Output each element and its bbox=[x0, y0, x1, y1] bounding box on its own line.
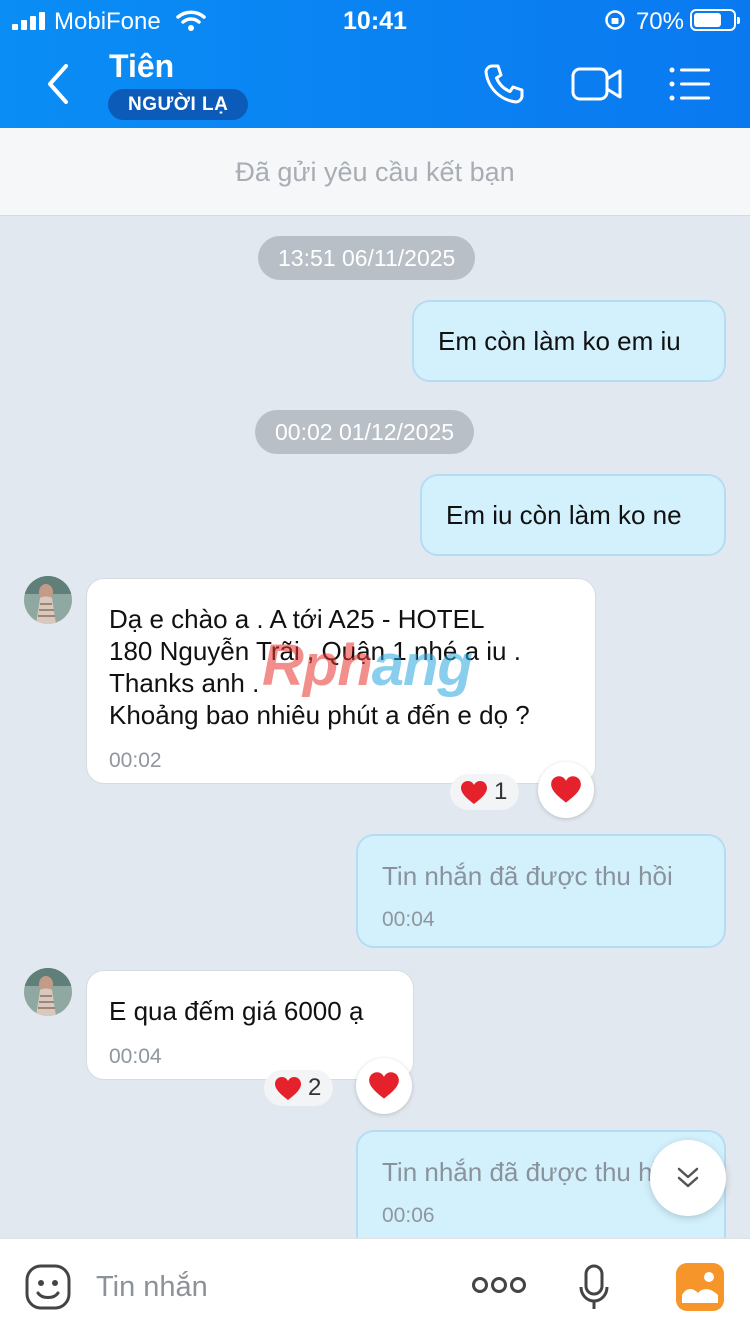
contact-name[interactable]: Tiên bbox=[109, 48, 174, 85]
message-text: Tin nhắn đã được thu hồi bbox=[382, 1157, 673, 1187]
message-input[interactable]: Tin nhắn bbox=[96, 1271, 208, 1304]
message-time: 00:04 bbox=[382, 908, 435, 931]
heart-icon bbox=[461, 780, 487, 804]
more-options-icon[interactable] bbox=[472, 1275, 526, 1295]
chat-header: MobiFone 10:41 70% Tiên NGƯỜI LẠ bbox=[0, 0, 750, 128]
sticker-emoji-icon[interactable] bbox=[24, 1263, 72, 1311]
message-line: Dạ e chào a . A tới A25 - HOTEL bbox=[109, 604, 485, 634]
back-icon[interactable] bbox=[36, 58, 80, 110]
contact-avatar[interactable] bbox=[24, 576, 72, 624]
react-button[interactable] bbox=[356, 1058, 412, 1114]
friend-request-sent-banner: Đã gửi yêu cầu kết bạn bbox=[0, 128, 750, 216]
message-text: E qua đếm giá 6000 ạ bbox=[109, 996, 364, 1026]
phone-call-icon[interactable] bbox=[482, 62, 526, 106]
message-line: Thanks anh . bbox=[109, 668, 260, 698]
message-line: Khoảng bao nhiêu phút a đến e dọ ? bbox=[109, 700, 530, 730]
stranger-badge: NGƯỜI LẠ bbox=[108, 89, 249, 120]
message-composer: Tin nhắn bbox=[0, 1238, 750, 1334]
rotation-lock-icon bbox=[605, 10, 625, 30]
scroll-to-bottom-button[interactable] bbox=[650, 1140, 726, 1216]
outgoing-message[interactable]: Em còn làm ko em iu bbox=[412, 300, 726, 382]
menu-list-icon[interactable] bbox=[668, 62, 712, 106]
contact-avatar[interactable] bbox=[24, 968, 72, 1016]
message-time: 00:02 bbox=[109, 749, 162, 772]
microphone-icon[interactable] bbox=[578, 1263, 610, 1311]
reaction-summary[interactable]: 1 bbox=[450, 774, 520, 810]
reaction-count: 1 bbox=[494, 778, 508, 805]
reaction-summary[interactable]: 2 bbox=[264, 1070, 334, 1106]
reaction-count: 2 bbox=[308, 1074, 322, 1101]
recalled-message[interactable]: Tin nhắn đã được thu hồi 00:04 bbox=[356, 834, 726, 948]
date-separator: 13:51 06/11/2025 bbox=[258, 236, 476, 280]
outgoing-message[interactable]: Em iu còn làm ko ne bbox=[420, 474, 726, 556]
message-text: Tin nhắn đã được thu hồi bbox=[382, 861, 673, 891]
image-gallery-icon[interactable] bbox=[676, 1263, 724, 1311]
heart-icon bbox=[369, 1072, 399, 1099]
battery-percent: 70% bbox=[635, 8, 684, 35]
battery-level bbox=[694, 13, 721, 27]
incoming-message[interactable]: Dạ e chào a . A tới A25 - HOTEL 180 Nguy… bbox=[86, 578, 596, 784]
status-bar: MobiFone 10:41 70% bbox=[0, 0, 750, 40]
react-button[interactable] bbox=[538, 762, 594, 818]
message-list[interactable]: 13:51 06/11/2025 Em còn làm ko em iu 00:… bbox=[0, 216, 750, 1238]
heart-icon bbox=[275, 1076, 301, 1100]
message-text: Em iu còn làm ko ne bbox=[446, 500, 682, 530]
battery-icon bbox=[690, 9, 740, 31]
video-call-icon[interactable] bbox=[570, 62, 624, 106]
heart-icon bbox=[551, 776, 581, 803]
incoming-message[interactable]: E qua đếm giá 6000 ạ 00:04 bbox=[86, 970, 414, 1080]
date-separator: 00:02 01/12/2025 bbox=[255, 410, 475, 454]
message-line: 180 Nguyễn Trãi , Quận 1 nhé a iu . bbox=[109, 636, 521, 666]
chevron-double-down-icon bbox=[677, 1167, 699, 1188]
message-text: Em còn làm ko em iu bbox=[438, 326, 681, 356]
